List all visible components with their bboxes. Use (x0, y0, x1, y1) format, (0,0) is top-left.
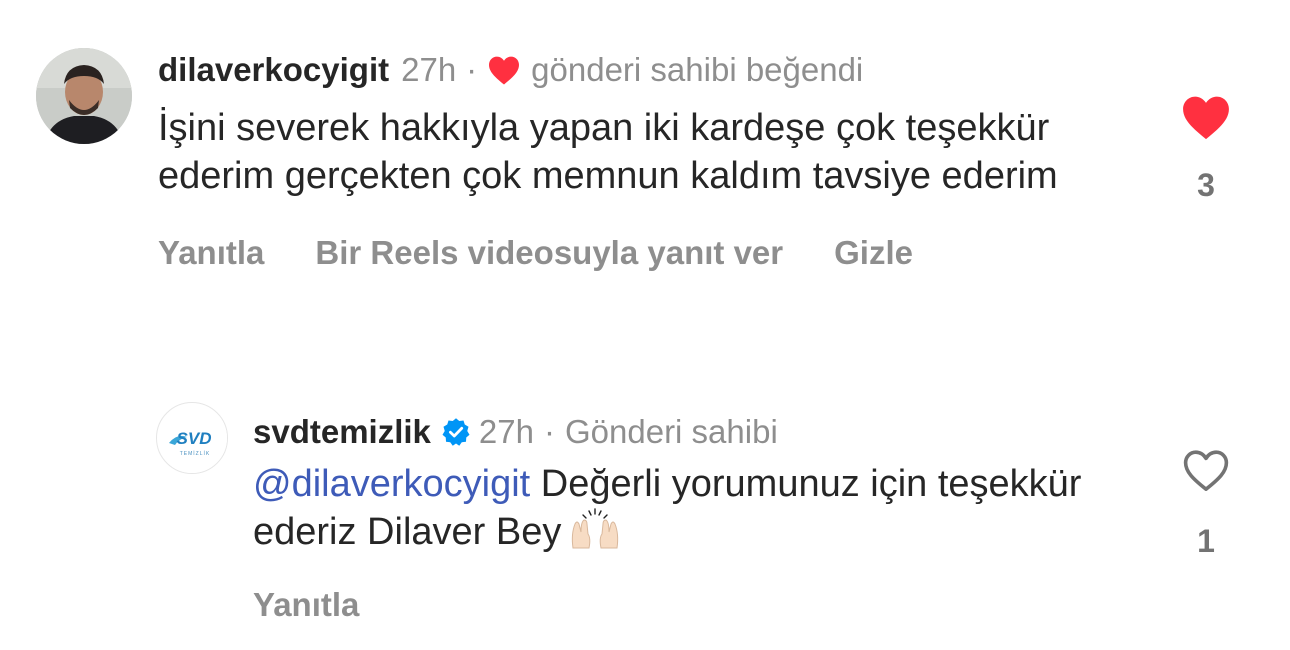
svd-logo-icon: SVD TEMİZLİK (158, 404, 227, 473)
reply-button[interactable]: Yanıtla (253, 586, 359, 624)
person-avatar-image (36, 48, 132, 144)
comment-time: 27h (401, 51, 457, 88)
comment-actions: Yanıtla (253, 586, 1113, 624)
reply-button[interactable]: Yanıtla (158, 234, 264, 272)
verified-badge-icon (441, 417, 471, 447)
heart-filled-icon (487, 55, 521, 85)
hide-button[interactable]: Gizle (834, 234, 913, 272)
separator-dot: · (543, 413, 555, 450)
heart-filled-icon[interactable] (1181, 94, 1231, 145)
comment-body: dilaverkocyigit 27h · gönderi sahibi beğ… (158, 40, 1138, 272)
comment-actions: Yanıtla Bir Reels videosuyla yanıt ver G… (158, 234, 1138, 272)
svg-text:TEMİZLİK: TEMİZLİK (180, 450, 211, 457)
like-control: 1 (1176, 448, 1236, 560)
heart-outline-icon[interactable] (1182, 448, 1230, 497)
comment-meta: svdtemizlik 27h · Gönderi sahibi (253, 402, 1113, 462)
comment-text: İşini severek hakkıyla yapan iki kardeşe… (158, 107, 1058, 197)
post-owner-label: Gönderi sahibi (564, 413, 778, 450)
comment-meta: dilaverkocyigit 27h · gönderi sahibi beğ… (158, 40, 1138, 100)
comment-username[interactable]: dilaverkocyigit (158, 40, 389, 100)
comment-time: 27h (478, 413, 534, 450)
reply-with-reel-button[interactable]: Bir Reels videosuyla yanıt ver (315, 234, 783, 272)
comment-username[interactable]: svdtemizlik (253, 402, 431, 462)
like-count: 1 (1197, 523, 1215, 559)
comment-body: svdtemizlik 27h · Gönderi sahibi @dilave… (253, 402, 1113, 624)
raising-hands-emoji (567, 508, 623, 562)
avatar[interactable] (36, 48, 132, 144)
comment-text: @dilaverkocyigit Değerli yorumunuz için … (253, 460, 1113, 562)
like-control: 3 (1176, 94, 1236, 204)
mention-link[interactable]: @dilaverkocyigit (253, 463, 530, 505)
like-count: 3 (1197, 167, 1215, 203)
separator-dot: · (466, 51, 478, 88)
svg-text:SVD: SVD (177, 429, 212, 448)
avatar[interactable]: SVD TEMİZLİK (156, 402, 228, 474)
author-liked-note: gönderi sahibi beğendi (531, 51, 864, 88)
